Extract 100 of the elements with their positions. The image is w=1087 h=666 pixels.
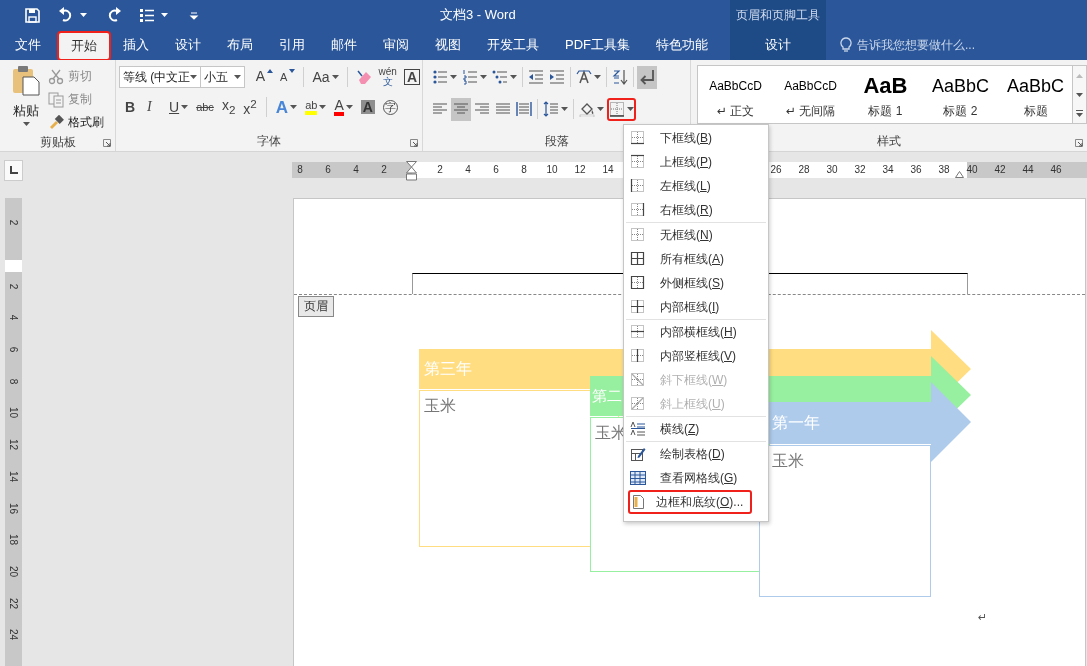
eraser-icon <box>355 69 372 85</box>
ruler-number: 26 <box>770 163 782 177</box>
menu-item[interactable]: 横线(Z) <box>626 417 766 442</box>
ruler-number: 10 <box>8 407 19 419</box>
caret-icon <box>331 75 339 79</box>
phonetic-guide-button[interactable]: wén 文 <box>376 66 399 88</box>
ribbon-tab[interactable]: 特色功能 <box>643 30 721 60</box>
style-item[interactable]: AaBbC 标题 <box>998 66 1072 123</box>
borders-button[interactable] <box>607 97 636 121</box>
right-border-icon <box>630 202 646 218</box>
ribbon-tab[interactable]: 视图 <box>422 30 474 60</box>
caret-icon <box>510 75 517 79</box>
strikethrough-button[interactable]: abc <box>194 96 216 118</box>
character-border-button[interactable]: A <box>401 66 422 88</box>
no-border-icon <box>630 227 646 243</box>
caret-icon <box>597 107 604 111</box>
outside-borders-icon <box>630 275 646 291</box>
caret-icon <box>181 105 189 109</box>
align-right-icon <box>474 101 490 117</box>
center-button[interactable] <box>451 97 471 121</box>
ruler-number: 36 <box>910 163 922 177</box>
card-title: 第二 <box>591 385 622 406</box>
ribbon-tab[interactable]: 文件 <box>2 30 54 60</box>
menu-item[interactable]: 查看网格线(G) <box>626 466 766 490</box>
menu-item[interactable]: 外侧框线(S) <box>626 271 766 295</box>
menu-item[interactable]: 边框和底纹(O)... <box>628 490 752 514</box>
menu-item[interactable]: 所有框线(A) <box>626 247 766 271</box>
card-title: 第三年 <box>423 358 472 379</box>
ribbon-tab[interactable]: 布局 <box>214 30 266 60</box>
ruler-number: 2 <box>437 163 443 177</box>
ribbon-tab[interactable]: 设计 <box>162 30 214 60</box>
menu-item[interactable]: 绘制表格(D) <box>626 442 766 466</box>
ruler-number: 8 <box>8 378 19 385</box>
copy-icon <box>48 91 64 108</box>
change-case-button[interactable]: Aa <box>310 66 341 88</box>
highlight-button[interactable]: ab <box>303 96 329 118</box>
ribbon-tab[interactable]: PDF工具集 <box>552 30 643 60</box>
style-item[interactable]: AaBbC 标题 2 <box>923 66 998 123</box>
menu-item[interactable]: 内部横框线(H) <box>626 320 766 344</box>
ribbon-tab[interactable]: 设计 <box>730 30 826 60</box>
tab-stop-selector[interactable] <box>4 159 23 181</box>
menu-item[interactable]: 内部框线(I) <box>626 295 766 320</box>
painter-button[interactable]: 格式刷 <box>48 112 104 133</box>
card-text: 玉米 <box>424 397 456 414</box>
ruler-number: 18 <box>8 534 19 546</box>
distributed-icon <box>516 101 532 117</box>
diagonal-down-border-icon <box>630 372 646 388</box>
menu-item[interactable]: 下框线(B) <box>626 126 766 150</box>
menu-item[interactable]: 上框线(P) <box>626 150 766 174</box>
paste-button[interactable]: 粘贴 <box>8 65 44 133</box>
card-text: 玉米 <box>772 452 804 469</box>
paintbrush-icon <box>48 114 64 131</box>
style-item[interactable]: AaB 标题 1 <box>848 66 923 123</box>
dialog-launcher-icon <box>103 139 111 147</box>
undo-icon <box>58 7 74 23</box>
ribbon-tab[interactable]: 邮件 <box>318 30 370 60</box>
style-item[interactable]: AaBbCcD ↵ 无间隔 <box>773 66 848 123</box>
caret-icon <box>480 75 487 79</box>
ruler-number: 4 <box>8 315 19 321</box>
inside-vertical-border-icon <box>630 348 646 364</box>
menu-item[interactable]: 内部竖框线(V) <box>626 344 766 368</box>
font-size-box[interactable]: 小五 <box>200 66 245 88</box>
ribbon-tab[interactable]: 开始 <box>58 32 110 60</box>
menu-item[interactable]: 左框线(L) <box>626 174 766 198</box>
show-marks-button[interactable] <box>637 65 657 89</box>
top-border-icon <box>630 154 646 170</box>
ruler-number: 12 <box>8 439 19 451</box>
subscript-button[interactable]: x$_{2}$ <box>219 96 238 118</box>
font-color-button[interactable]: A <box>332 96 355 118</box>
all-borders-icon <box>630 251 646 267</box>
paragraph-mark: ↵ <box>978 611 988 624</box>
shrink-font-button[interactable]: A <box>278 66 298 88</box>
ribbon-tab[interactable]: 引用 <box>266 30 318 60</box>
superscript-button[interactable]: x$^{2}$ <box>241 96 259 118</box>
bulleted-list-icon <box>432 69 448 85</box>
ruler-number: 38 <box>938 163 950 177</box>
tell-me-field[interactable]: 告诉我您想要做什么... <box>857 38 1057 52</box>
justify-icon <box>495 101 511 117</box>
font-name-box[interactable]: 等线 (中文正 <box>119 66 202 88</box>
bulleted-list-icon <box>139 7 155 23</box>
ruler-number: 6 <box>493 163 499 177</box>
ribbon-tab[interactable]: 审阅 <box>370 30 422 60</box>
style-item[interactable]: AaBbCcD ↵ 正文 <box>698 66 773 123</box>
underline-button[interactable]: U <box>167 96 191 118</box>
italic-button[interactable]: I <box>145 96 163 118</box>
down-arrow-icon <box>289 69 296 73</box>
bold-button[interactable]: B <box>123 96 141 118</box>
grow-font-button[interactable]: A <box>253 66 276 88</box>
menu-item[interactable]: 无框线(N) <box>626 223 766 247</box>
menu-item[interactable]: 右框线(R) <box>626 198 766 223</box>
ruler-number: 32 <box>854 163 866 177</box>
ruler-number: 8 <box>297 163 303 177</box>
scroll-up-icon <box>1076 73 1083 78</box>
ribbon-tab[interactable]: 开发工具 <box>474 30 552 60</box>
ruler-number: 20 <box>8 565 19 577</box>
caret-icon <box>345 105 353 109</box>
ruler-number: 8 <box>521 163 527 177</box>
clipboard-icon <box>12 65 40 96</box>
ruler-number: 2 <box>381 163 387 177</box>
ribbon-tab[interactable]: 插入 <box>110 30 162 60</box>
